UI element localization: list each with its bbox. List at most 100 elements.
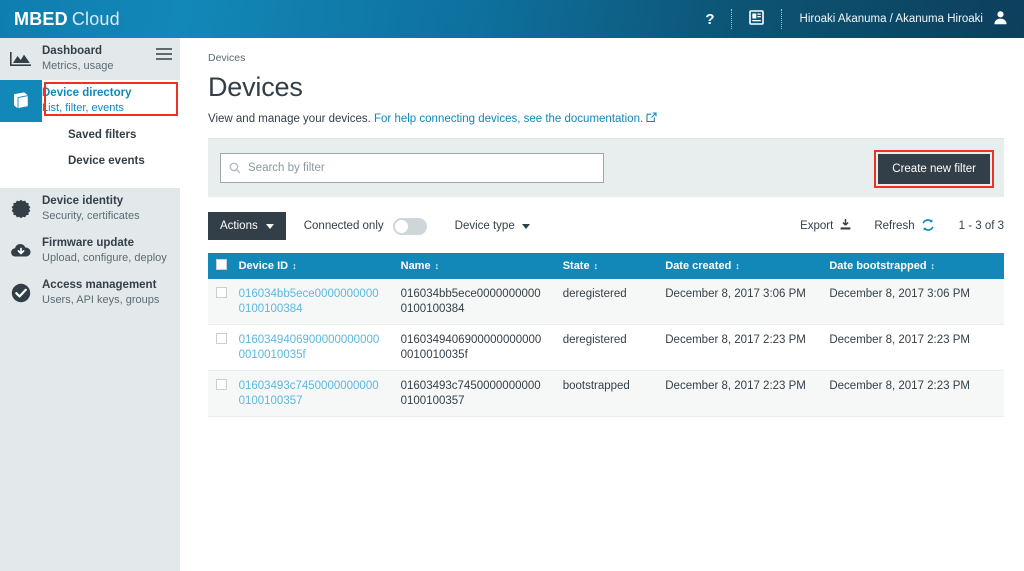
gear-badge-icon (0, 188, 42, 230)
search-input[interactable] (248, 162, 595, 174)
cell-date-created: December 8, 2017 2:23 PM (657, 324, 822, 371)
cell-date-created: December 8, 2017 2:23 PM (657, 370, 822, 417)
docs-button[interactable] (732, 0, 781, 38)
sidebar-item-device-events[interactable]: Device events (0, 148, 180, 174)
documentation-link[interactable]: For help connecting devices, see the doc… (374, 113, 643, 125)
connected-only-label: Connected only (303, 220, 384, 232)
select-all-header[interactable] (208, 253, 231, 279)
sidebar-item-dashboard-title: Dashboard (42, 45, 103, 57)
filter-bar: Create new filter (208, 139, 1004, 197)
sidebar-item-firmware-update-body: Firmware update Upload, configure, deplo… (42, 230, 180, 272)
sidebar-item-device-identity-body: Device identity Security, certificates (42, 188, 180, 230)
column-header-device-id[interactable]: Device ID ↕ (230, 253, 393, 279)
sidebar-item-firmware-update[interactable]: Firmware update Upload, configure, deplo… (0, 230, 180, 272)
device-id-link[interactable]: 01603494069000000000000010010035f (239, 334, 380, 361)
devices-table: Device ID ↕ Name ↕ State ↕ Date created ↕ Da… (208, 253, 1004, 417)
table-toolbar: Actions Connected only Device type Expor… (208, 211, 1004, 241)
refresh-button[interactable]: Refresh (874, 218, 934, 235)
cell-state: deregistered (554, 279, 658, 325)
brand-name-light: Cloud (71, 8, 120, 29)
sort-updown-icon: ↕ (292, 261, 297, 271)
pagination-count: 1 - 3 of 3 (958, 220, 1004, 232)
sidebar-item-access-management-sub: Users, API keys, groups (42, 294, 160, 306)
table-row[interactable]: 01603494069000000000000010010035f 016034… (208, 324, 1004, 371)
caret-down-icon (521, 223, 530, 229)
sidebar-item-saved-filters[interactable]: Saved filters (0, 122, 180, 148)
chart-mountain-icon (0, 38, 42, 80)
export-label: Export (800, 220, 834, 232)
sidebar-item-device-directory-title: Device directory (42, 87, 132, 99)
toggle-knob (394, 219, 408, 233)
create-new-filter-button[interactable]: Create new filter (878, 154, 990, 184)
help-button[interactable]: ? (689, 0, 730, 38)
column-header-name[interactable]: Name ↕ (392, 253, 555, 279)
top-header-bar: MBED Cloud ? Hiroaki Akanuma / Akanuma Hi… (0, 0, 1024, 38)
row-checkbox-cell[interactable] (208, 324, 231, 371)
checkbox-icon[interactable] (216, 379, 227, 390)
toolbar-right-group: Export Refresh 1 - 3 of 3 (778, 218, 1004, 235)
row-checkbox-cell[interactable] (208, 279, 231, 325)
sidebar-item-dashboard[interactable]: Dashboard Metrics, usage (0, 38, 180, 80)
devices-table-body: 016034bb5ece00000000000100100384 016034b… (208, 279, 1004, 417)
sort-updown-icon: ↕ (735, 261, 740, 271)
column-header-name-label: Name (400, 260, 431, 272)
main-content: Devices Devices View and manage your dev… (180, 38, 1024, 571)
sidebar-item-device-directory-sub: List, filter, events (42, 102, 124, 114)
checkbox-icon[interactable] (216, 287, 227, 298)
checkbox-icon[interactable] (216, 333, 227, 344)
table-row[interactable]: 016034bb5ece00000000000100100384 016034b… (208, 279, 1004, 325)
check-circle-icon (0, 272, 42, 314)
checkbox-icon[interactable] (216, 259, 227, 270)
breadcrumb[interactable]: Devices (180, 38, 1024, 64)
cell-device-id: 016034bb5ece00000000000100100384 (230, 279, 393, 325)
connected-only-toggle[interactable] (392, 217, 427, 235)
hamburger-menu-icon[interactable] (156, 48, 172, 60)
devices-table-header: Device ID ↕ Name ↕ State ↕ Date created ↕ Da… (208, 253, 1004, 279)
column-header-state[interactable]: State ↕ (554, 253, 658, 279)
page-title: Devices (208, 72, 303, 102)
search-field-wrapper[interactable] (220, 153, 604, 183)
cell-date-bootstrapped: December 8, 2017 3:06 PM (821, 279, 1004, 325)
device-id-link[interactable]: 01603493c74500000000000100100357 (239, 380, 379, 407)
actions-button[interactable]: Actions (208, 212, 286, 240)
user-name-label[interactable]: Hiroaki Akanuma / Akanuma Hiroaki (782, 0, 991, 38)
sidebar-item-device-directory[interactable]: Device directory List, filter, events (0, 80, 180, 122)
cell-name: 01603494069000000000000010010035f (392, 324, 555, 371)
brand-name-bold: MBED (14, 8, 68, 29)
cell-date-bootstrapped: December 8, 2017 2:23 PM (821, 370, 1004, 417)
page-description-text: View and manage your devices. (208, 113, 371, 125)
avatar[interactable] (991, 0, 1024, 38)
highlight-box-create-filter: Create new filter (874, 150, 994, 188)
brand-logo[interactable]: MBED Cloud (14, 9, 120, 30)
row-checkbox-cell[interactable] (208, 370, 231, 417)
sidebar-item-device-identity[interactable]: Device identity Security, certificates (0, 188, 180, 230)
sidebar-submenu-spacer (0, 174, 180, 188)
column-header-state-label: State (562, 260, 590, 272)
device-type-dropdown[interactable]: Device type (455, 220, 530, 232)
refresh-icon (921, 218, 935, 235)
external-link-icon[interactable] (646, 112, 657, 126)
column-header-device-id-label: Device ID (238, 260, 289, 272)
sidebar-item-device-identity-title: Device identity (42, 195, 124, 207)
sidebar-item-firmware-update-sub: Upload, configure, deploy (42, 252, 167, 264)
device-type-label: Device type (454, 220, 515, 232)
sort-updown-icon: ↕ (434, 261, 440, 271)
cell-device-id: 01603494069000000000000010010035f (230, 324, 393, 371)
refresh-label: Refresh (874, 220, 915, 232)
column-header-date-bootstrapped[interactable]: Date bootstrapped ↕ (821, 253, 1004, 279)
sort-updown-icon: ↕ (593, 261, 599, 271)
actions-button-label: Actions (220, 220, 258, 232)
sidebar-item-dashboard-sub: Metrics, usage (42, 60, 114, 72)
export-button[interactable]: Export (800, 218, 852, 234)
sidebar-item-access-management-title: Access management (42, 279, 157, 291)
cell-name: 01603493c74500000000000100100357 (392, 370, 555, 417)
sidebar-item-access-management[interactable]: Access management Users, API keys, group… (0, 272, 180, 314)
sort-updown-icon: ↕ (930, 261, 936, 271)
search-icon (229, 162, 241, 174)
sidebar-item-device-directory-body: Device directory List, filter, events (42, 80, 180, 122)
cell-state: deregistered (554, 324, 658, 371)
cell-date-created: December 8, 2017 3:06 PM (657, 279, 822, 325)
column-header-date-created[interactable]: Date created ↕ (657, 253, 822, 279)
table-row[interactable]: 01603493c74500000000000100100357 0160349… (208, 370, 1004, 417)
device-id-link[interactable]: 016034bb5ece00000000000100100384 (239, 288, 379, 315)
